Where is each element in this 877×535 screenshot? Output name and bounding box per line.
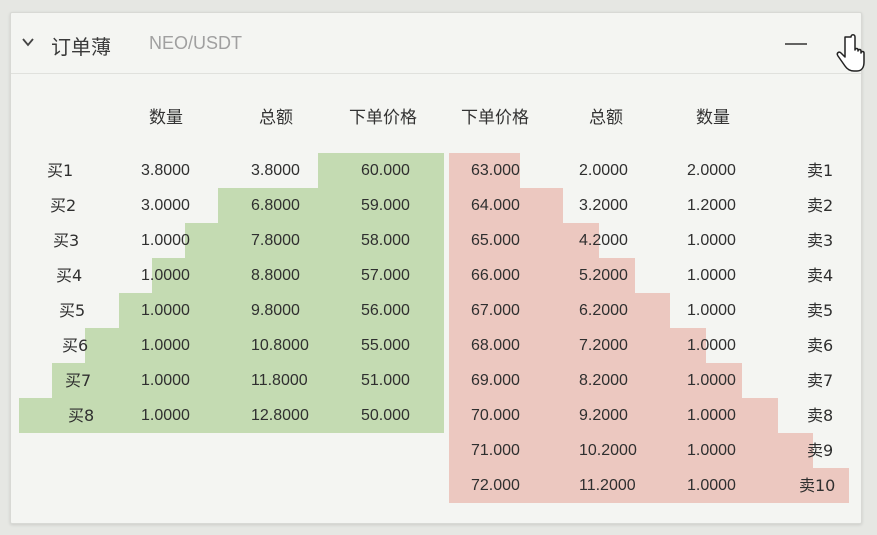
hand-cursor-icon [836,34,865,72]
bid-total: 11.8000 [251,372,308,389]
col-header-bid-qty: 数量 [149,108,183,128]
ask-total: 10.2000 [579,442,637,459]
ask-level-label: 卖4 [807,266,834,285]
ask-total: 9.2000 [579,407,628,424]
bid-quantity: 1.0000 [141,407,190,424]
ask-price: 64.000 [471,197,520,214]
bid-price: 59.000 [361,197,410,214]
bid-price: 50.000 [361,407,410,424]
ask-quantity: 1.0000 [687,477,736,494]
bid-total: 7.8000 [251,232,300,249]
ask-total: 4.2000 [579,232,628,249]
ask-quantity: 2.0000 [687,162,736,179]
bid-level-label: 买4 [56,266,83,285]
ask-total: 6.2000 [579,302,628,319]
ask-price: 70.000 [471,407,520,424]
ask-quantity: 1.0000 [687,267,736,284]
bid-quantity: 3.0000 [141,197,190,214]
ask-total: 11.2000 [579,477,636,494]
ask-quantity: 1.2000 [687,197,736,214]
ask-total: 5.2000 [579,267,628,284]
bid-price: 58.000 [361,232,410,249]
ask-level-label: 卖10 [799,476,836,495]
bid-level-label: 买6 [62,336,89,355]
ask-quantity: 1.0000 [687,337,736,354]
ask-price: 65.000 [471,232,520,249]
bid-price: 56.000 [361,302,410,319]
bid-total: 6.8000 [251,197,300,214]
chevron-down-icon[interactable] [21,35,35,49]
bid-level-label: 买3 [53,231,80,250]
ask-total: 8.2000 [579,372,628,389]
ask-total: 2.0000 [579,162,628,179]
ask-price: 66.000 [471,267,520,284]
bid-level-label: 买2 [50,196,77,215]
ask-total: 7.2000 [579,337,628,354]
ask-price: 67.000 [471,302,520,319]
panel-title: 订单薄 [51,35,111,59]
bid-level-label: 买7 [65,371,92,390]
col-header-ask-price: 下单价格 [461,108,529,128]
ask-level-label: 卖8 [807,406,834,425]
ask-level-label: 卖3 [807,231,834,250]
ask-level-label: 卖7 [807,371,834,390]
bid-total: 3.8000 [251,162,300,179]
bid-quantity: 1.0000 [141,232,190,249]
bid-total: 8.8000 [251,267,300,284]
ask-level-label: 卖5 [807,301,834,320]
bid-quantity: 3.8000 [141,162,190,179]
ask-quantity: 1.0000 [687,232,736,249]
bid-quantity: 1.0000 [141,302,190,319]
ask-level-label: 卖1 [807,161,834,180]
ask-price: 63.000 [471,162,520,179]
ask-level-label: 卖2 [807,196,834,215]
bid-price: 60.000 [361,162,410,179]
ask-price: 71.000 [471,442,520,459]
bid-level-label: 买8 [68,406,95,425]
bid-quantity: 1.0000 [141,267,190,284]
ask-quantity: 1.0000 [687,407,736,424]
minimize-icon[interactable] [781,29,811,59]
ask-quantity: 1.0000 [687,302,736,319]
bid-total: 12.8000 [251,407,309,424]
bid-level-label: 买1 [47,161,74,180]
bid-level-label: 买5 [59,301,86,320]
ask-level-label: 卖9 [807,441,834,460]
bid-price: 57.000 [361,267,410,284]
ask-level-label: 卖6 [807,336,834,355]
trading-pair: NEO/USDT [149,33,243,53]
ask-quantity: 1.0000 [687,372,736,389]
bid-quantity: 1.0000 [141,372,190,389]
order-book-panel: 订单薄 NEO/USDT 数量 总额 下单价格 下单价格 总额 数量 买1 3.8… [10,12,865,524]
bid-total: 9.8000 [251,302,300,319]
ask-total: 3.2000 [579,197,628,214]
ask-price: 69.000 [471,372,520,389]
col-header-bid-price: 下单价格 [349,108,417,128]
bid-total: 10.8000 [251,337,309,354]
ask-price: 68.000 [471,337,520,354]
bid-price: 55.000 [361,337,410,354]
col-header-ask-total: 总额 [589,108,623,128]
col-header-bid-total: 总额 [259,108,293,128]
col-header-ask-qty: 数量 [696,108,730,128]
order-book-header: 订单薄 NEO/USDT [11,13,865,74]
ask-quantity: 1.0000 [687,442,736,459]
bid-price: 51.000 [361,372,410,389]
bid-quantity: 1.0000 [141,337,190,354]
ask-price: 72.000 [471,477,520,494]
